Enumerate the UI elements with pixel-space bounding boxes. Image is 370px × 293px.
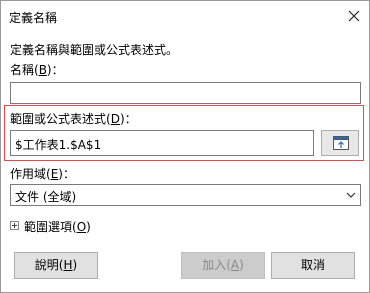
shrink-icon: [333, 136, 349, 150]
shrink-dialog-button[interactable]: [321, 130, 359, 156]
close-icon: [348, 10, 360, 22]
scope-selected-value: 文件 (全域): [15, 190, 77, 204]
dialog-description: 定義名稱與範圍或公式表述式。: [10, 43, 179, 57]
scope-select[interactable]: 文件 (全域): [10, 184, 361, 206]
name-input[interactable]: [10, 82, 361, 104]
title-bar: 定義名稱: [1, 1, 369, 31]
range-expression-value: $工作表1.$A$1: [15, 138, 102, 152]
range-options-label: 範圍選項(O): [24, 220, 91, 234]
scope-label: 作用域(E)：: [10, 167, 75, 181]
name-label: 名稱(B)：: [10, 63, 64, 77]
range-expression-input[interactable]: $工作表1.$A$1: [10, 130, 314, 156]
range-expression-group: 範圍或公式表述式(D)： $工作表1.$A$1: [4, 105, 364, 161]
close-button[interactable]: [343, 6, 365, 26]
expand-plus-icon[interactable]: [10, 221, 19, 230]
add-button[interactable]: 加入(A): [181, 252, 265, 279]
help-button[interactable]: 說明(H): [14, 252, 98, 279]
define-name-dialog: 定義名稱 定義名稱與範圍或公式表述式。 名稱(B)： 範圍或公式表述式(D)： …: [0, 0, 370, 293]
chevron-down-icon: [346, 192, 356, 198]
range-expression-label: 範圍或公式表述式(D)：: [10, 112, 137, 126]
dialog-title: 定義名稱: [9, 11, 58, 25]
dropdown-arrow[interactable]: [342, 185, 360, 205]
cancel-button[interactable]: 取消: [271, 252, 355, 279]
